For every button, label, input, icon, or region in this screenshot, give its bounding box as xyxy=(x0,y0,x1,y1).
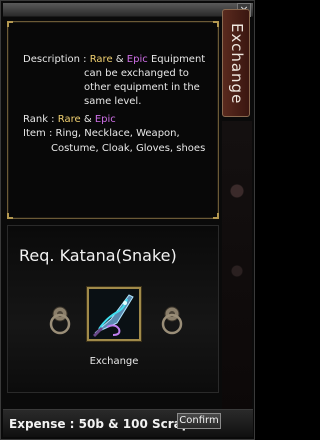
item-line-1: Item : Ring, Necklace, Weapon, xyxy=(23,127,180,141)
door-knocker-left-icon xyxy=(49,306,71,335)
door-knocker-right-icon xyxy=(161,306,183,335)
item-slot[interactable] xyxy=(87,287,141,341)
item-label: Item : xyxy=(23,128,53,139)
item-list-1: Ring, Necklace, Weapon, xyxy=(55,128,180,139)
frame-corner xyxy=(7,213,13,219)
amp-text: & xyxy=(115,54,124,65)
description-line-2: can be exchanged to xyxy=(84,68,189,79)
rare-text: Rare xyxy=(89,54,113,65)
item-exchange-label: Exchange xyxy=(89,356,139,367)
item-line-2: Costume, Cloak, Gloves, shoes xyxy=(51,143,206,154)
description-line-1: Description : Rare & Epic Equipment xyxy=(23,53,205,67)
frame-corner xyxy=(213,21,219,27)
rank-line: Rank : Rare & Epic xyxy=(23,113,116,127)
expense-text: Expense : 50b & 100 Scrap xyxy=(9,417,191,431)
rank-rare: Rare xyxy=(57,114,81,125)
description-label: Description : xyxy=(23,54,87,65)
frame-corner xyxy=(213,213,219,219)
exchange-tab-label: Exchange xyxy=(228,23,246,105)
confirm-button[interactable]: Confirm xyxy=(177,413,221,429)
requirement-title: Req. Katana(Snake) xyxy=(19,246,177,265)
description-line-4: same level. xyxy=(84,96,142,107)
equipment-text: Equipment xyxy=(150,54,206,65)
katana-snake-icon xyxy=(89,289,139,339)
side-ornament xyxy=(222,121,252,421)
rank-amp: & xyxy=(83,114,92,125)
epic-text: Epic xyxy=(126,54,148,65)
frame-corner xyxy=(7,21,13,27)
exchange-tab[interactable]: Exchange xyxy=(222,9,250,117)
rank-epic: Epic xyxy=(94,114,116,125)
exchange-window: × Description : Rare & Epic Equipment ca… xyxy=(0,0,255,440)
description-line-3: other equipment in the xyxy=(84,82,200,93)
rank-label: Rank : xyxy=(23,114,55,125)
title-bar[interactable] xyxy=(3,3,253,17)
